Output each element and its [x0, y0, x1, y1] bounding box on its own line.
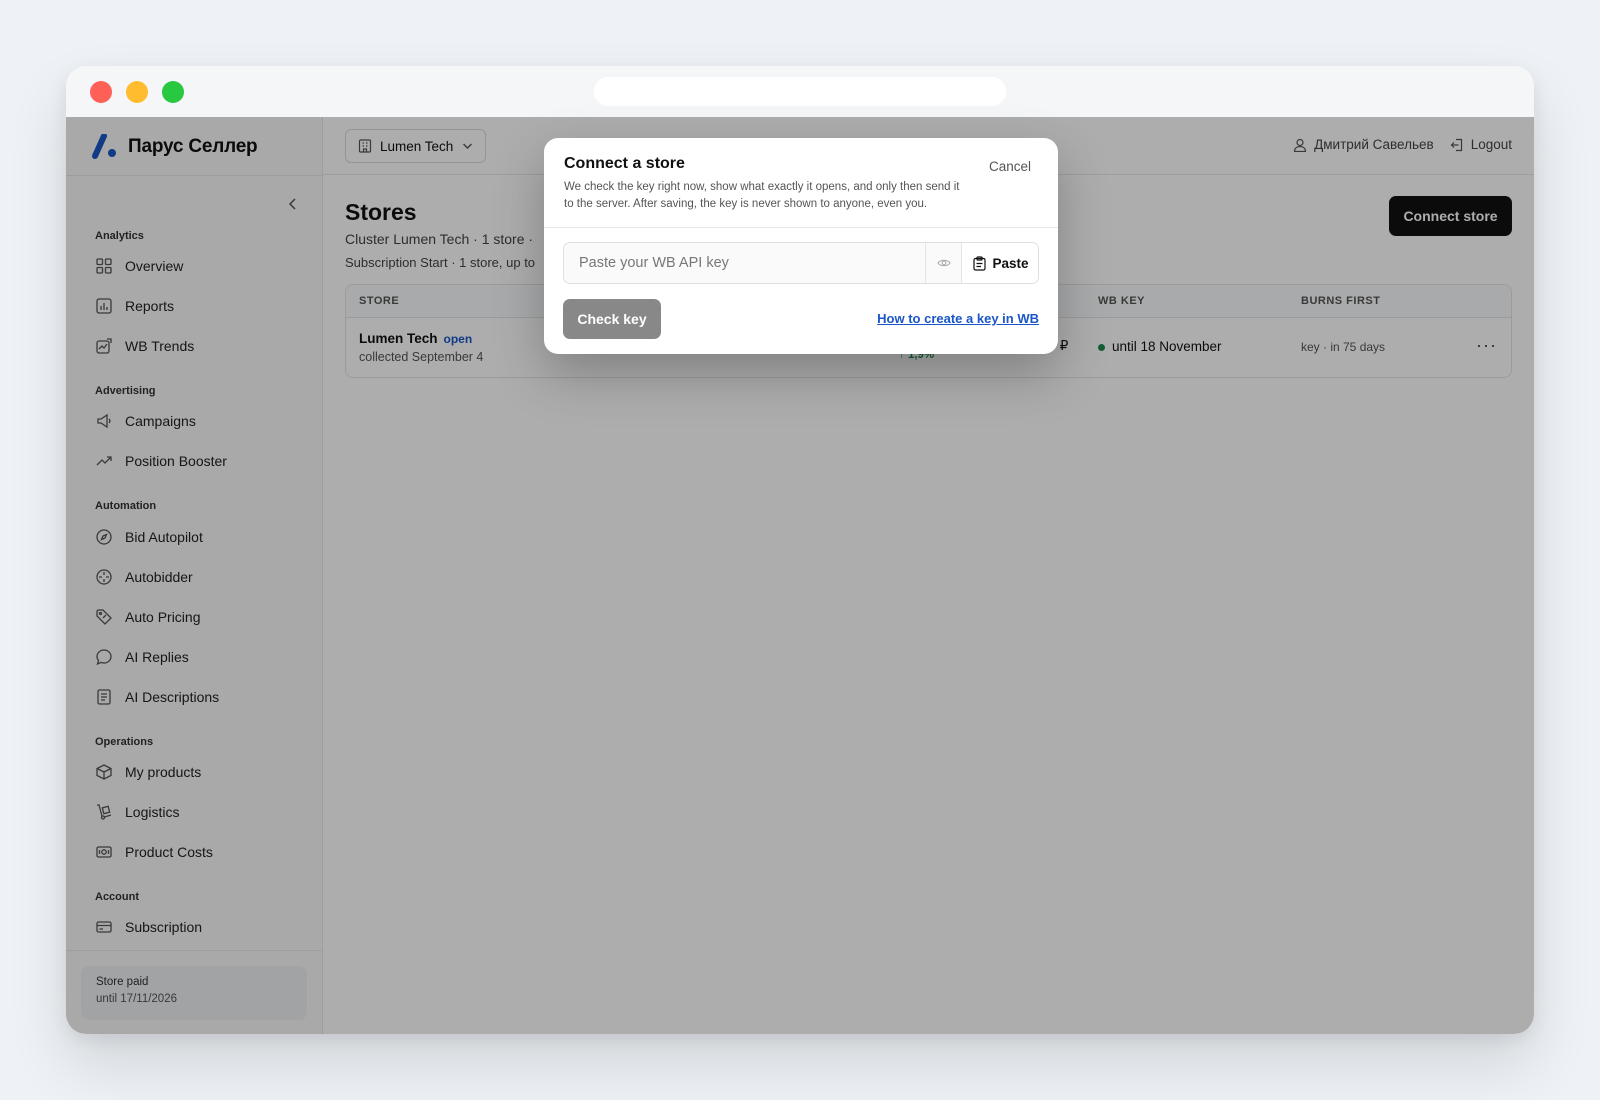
browser-window: Парус Селлер Analytics Overview Reports …: [66, 66, 1534, 1034]
window-maximize-button[interactable]: [162, 81, 184, 103]
eye-icon: [936, 259, 951, 267]
check-key-button[interactable]: Check key: [563, 299, 661, 339]
how-to-create-key-link[interactable]: How to create a key in WB: [877, 311, 1039, 326]
window-minimize-button[interactable]: [126, 81, 148, 103]
paste-button[interactable]: Paste: [961, 243, 1038, 283]
connect-store-dialog: Connect a store Cancel We check the key …: [544, 138, 1058, 354]
divider: [544, 227, 1058, 228]
api-key-input[interactable]: [564, 243, 925, 283]
paste-label: Paste: [992, 255, 1029, 271]
app: Парус Селлер Analytics Overview Reports …: [66, 117, 1534, 1034]
dialog-description: We check the key right now, show what ex…: [564, 181, 960, 210]
window-close-button[interactable]: [90, 81, 112, 103]
address-bar[interactable]: [594, 77, 1006, 106]
clipboard-icon: [973, 255, 987, 271]
dialog-title: Connect a store: [564, 155, 685, 172]
cancel-button[interactable]: Cancel: [989, 159, 1031, 174]
window-titlebar: [66, 66, 1534, 117]
api-key-field: Paste: [563, 242, 1039, 284]
toggle-visibility-button[interactable]: [925, 243, 961, 283]
